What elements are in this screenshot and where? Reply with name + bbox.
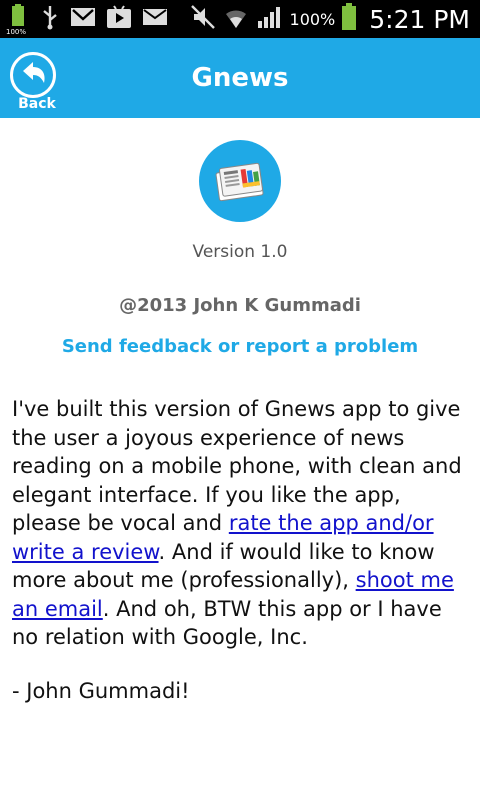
- copyright-text: @2013 John K Gummadi: [119, 295, 361, 316]
- gnews-app-icon: [199, 140, 281, 222]
- wifi-icon: [222, 4, 250, 34]
- back-button[interactable]: Back: [8, 50, 66, 116]
- battery-charging-icon: 100%: [6, 4, 30, 36]
- email-icon: [142, 7, 168, 31]
- version-text: Version 1.0: [192, 242, 288, 262]
- back-arrow-icon: [10, 52, 56, 98]
- status-bar-system: 100% 5:21 PM: [190, 3, 470, 35]
- battery-small-label: 100%: [6, 28, 27, 36]
- clock: 5:21 PM: [369, 4, 470, 34]
- play-store-icon: [106, 5, 132, 33]
- battery-icon: [341, 3, 357, 35]
- usb-icon: [40, 4, 60, 34]
- back-label: Back: [18, 96, 56, 112]
- gmail-icon: [70, 6, 96, 32]
- mute-icon: [190, 4, 216, 34]
- page-title: Gnews: [191, 63, 289, 93]
- status-bar: 100% 100% 5:21 PM: [0, 0, 480, 38]
- send-feedback-link[interactable]: Send feedback or report a problem: [0, 336, 480, 357]
- about-paragraph: I've built this version of Gnews app to …: [12, 395, 470, 652]
- action-bar: Gnews Back: [0, 38, 480, 118]
- battery-percent: 100%: [289, 9, 336, 29]
- status-bar-notifications: 100%: [6, 4, 168, 36]
- signature-text: - John Gummadi!: [12, 679, 190, 703]
- signal-icon: [256, 4, 284, 34]
